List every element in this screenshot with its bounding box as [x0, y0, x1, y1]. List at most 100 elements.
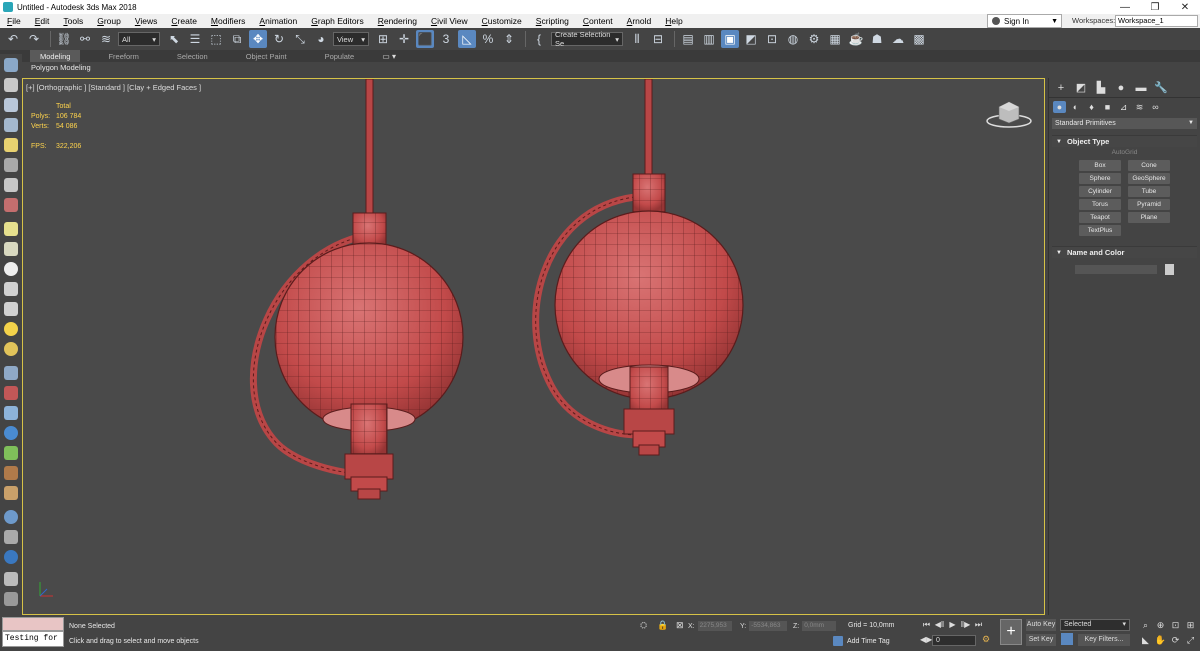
a360-gallery-icon[interactable]: ▩	[910, 30, 928, 48]
selection-filter-select[interactable]: All ▾	[118, 32, 160, 46]
molecule-icon[interactable]	[4, 406, 18, 420]
zoom-icon[interactable]: ⌕	[1138, 619, 1153, 631]
hierarchy-tab-icon[interactable]: ▙	[1093, 81, 1109, 95]
current-frame-field[interactable]: 0	[932, 635, 976, 646]
key-mode-select[interactable]: Selected ▾	[1060, 619, 1130, 631]
viewcube-icon[interactable]	[986, 99, 1032, 129]
box-button[interactable]: Box	[1079, 160, 1121, 171]
name-and-color-rollout[interactable]: ▼ Name and Color	[1052, 246, 1197, 258]
paint-icon[interactable]	[4, 386, 18, 400]
viewport[interactable]: [+] [Orthographic ] [Standard ] [Clay + …	[22, 78, 1045, 615]
menu-edit[interactable]: Edit	[28, 16, 57, 26]
helpers-icon[interactable]: ⊿	[1117, 101, 1130, 113]
align-icon[interactable]: ⊟	[649, 30, 667, 48]
ribbon-panel-label[interactable]: Polygon Modeling	[28, 62, 98, 74]
hand-icon[interactable]	[4, 178, 18, 192]
camera-icon[interactable]	[4, 550, 18, 564]
time-configuration-icon[interactable]: ⚙	[982, 634, 990, 645]
y-coordinate-field[interactable]: -5534,863	[749, 621, 788, 631]
box-icon[interactable]	[4, 242, 18, 256]
render-iterative-icon[interactable]: ☗	[868, 30, 886, 48]
material-editor-icon[interactable]: ◍	[784, 30, 802, 48]
autogrid-checkbox[interactable]: AutoGrid	[1049, 149, 1200, 159]
menu-help[interactable]: Help	[658, 16, 689, 26]
create-tab-icon[interactable]: +	[1053, 81, 1069, 95]
modify-tab-icon[interactable]: ◩	[1073, 81, 1089, 95]
motion-tab-icon[interactable]: ●	[1113, 81, 1129, 95]
menu-civil-view[interactable]: Civil View	[424, 16, 475, 26]
mirror-icon[interactable]: ⫴	[628, 30, 646, 48]
menu-rendering[interactable]: Rendering	[371, 16, 424, 26]
ribbon-toggle-icon[interactable]: ▣	[721, 30, 739, 48]
keyboard-shortcut-override-icon[interactable]: ⬛	[416, 30, 434, 48]
cone-icon[interactable]	[4, 302, 18, 316]
render-production-icon[interactable]: ☕	[847, 30, 865, 48]
cone-button[interactable]: Cone	[1128, 160, 1170, 171]
next-frame-icon[interactable]: ‖▶	[959, 619, 972, 631]
menu-views[interactable]: Views	[128, 16, 165, 26]
lights-icon[interactable]: ♦	[1085, 101, 1098, 113]
link-icon[interactable]: ⛓	[55, 30, 73, 48]
edit-named-selection-icon[interactable]: {	[530, 30, 548, 48]
omni-light-icon[interactable]	[4, 342, 18, 356]
add-time-tag-button[interactable]: Add Time Tag	[833, 636, 890, 646]
snaps-toggle-icon[interactable]: 3	[437, 30, 455, 48]
selection-region-icon[interactable]: ⬚	[207, 30, 225, 48]
previous-frame-icon[interactable]: ◀‖	[933, 619, 946, 631]
manipulate-icon[interactable]: ✛	[395, 30, 413, 48]
lock-icon[interactable]	[4, 158, 18, 172]
angle-snap-icon[interactable]: ◺	[458, 30, 476, 48]
scene-explorer-icon[interactable]: ▤	[679, 30, 697, 48]
ribbon-tab-freeform[interactable]: Freeform	[98, 50, 148, 62]
sphere-button[interactable]: Sphere	[1079, 173, 1121, 184]
maxscript-output[interactable]	[2, 617, 64, 631]
display-tab-icon[interactable]: ▬	[1133, 81, 1149, 95]
go-to-end-icon[interactable]: ⏭	[972, 619, 985, 631]
settings-icon[interactable]	[4, 592, 18, 606]
absolute-mode-icon[interactable]: ⊠	[676, 620, 684, 631]
set-key-button[interactable]: Set Key	[1026, 634, 1056, 646]
ribbon-tab-selection[interactable]: Selection	[167, 50, 218, 62]
key-filters-button[interactable]: Key Filters...	[1078, 634, 1130, 646]
globe-icon[interactable]	[4, 426, 18, 440]
select-and-move-icon[interactable]: ✥	[249, 30, 267, 48]
auto-key-button[interactable]: Auto Key	[1026, 619, 1056, 631]
grid-snap-icon[interactable]	[4, 366, 18, 380]
menu-arnold[interactable]: Arnold	[620, 16, 659, 26]
geometry-icon[interactable]: ●	[1053, 101, 1066, 113]
sign-in-button[interactable]: Sign In ▼	[987, 14, 1062, 28]
snapshot-icon[interactable]	[4, 78, 18, 92]
curve-editor-icon[interactable]: ◩	[742, 30, 760, 48]
sun-icon[interactable]	[4, 322, 18, 336]
unlink-icon[interactable]: ⚯	[76, 30, 94, 48]
menu-modifiers[interactable]: Modifiers	[204, 16, 253, 26]
pivot-center-icon[interactable]: ⊞	[374, 30, 392, 48]
space-warps-icon[interactable]: ≋	[1133, 101, 1146, 113]
bind-space-warp-icon[interactable]: ≋	[97, 30, 115, 48]
geosphere-button[interactable]: GeoSphere	[1128, 173, 1170, 184]
select-by-name-icon[interactable]: ☰	[186, 30, 204, 48]
select-and-scale-icon[interactable]: ⤡	[291, 30, 309, 48]
render-in-cloud-icon[interactable]: ☁	[889, 30, 907, 48]
ribbon-tab-populate[interactable]: Populate	[315, 50, 365, 62]
schematic-view-icon[interactable]: ⊡	[763, 30, 781, 48]
go-to-start-icon[interactable]: ⏮	[920, 619, 933, 631]
pendant-lamp-right[interactable]	[532, 79, 753, 456]
window-crossing-icon[interactable]: ⧉	[228, 30, 246, 48]
key-mode-icon[interactable]: ◀▶	[920, 635, 932, 644]
rendered-frame-window-icon[interactable]: ▦	[826, 30, 844, 48]
object-name-field[interactable]	[1075, 265, 1157, 274]
ribbon-tab-modeling[interactable]: Modeling	[30, 50, 81, 62]
sphere-icon[interactable]	[4, 262, 18, 276]
plane-icon[interactable]	[4, 222, 18, 236]
leaf-icon[interactable]	[4, 446, 18, 460]
script-icon[interactable]	[4, 572, 18, 586]
set-key-mode-icon[interactable]	[1061, 633, 1073, 645]
percent-snap-icon[interactable]: %	[479, 30, 497, 48]
x-coordinate-field[interactable]: 2275,953	[697, 621, 732, 631]
menu-animation[interactable]: Animation	[252, 16, 304, 26]
shapes-icon[interactable]: ◐	[1069, 101, 1082, 113]
zoom-extents-all-icon[interactable]: ⊞	[1183, 619, 1198, 631]
teapot-button[interactable]: Teapot	[1079, 212, 1121, 223]
list-icon[interactable]	[4, 98, 18, 112]
